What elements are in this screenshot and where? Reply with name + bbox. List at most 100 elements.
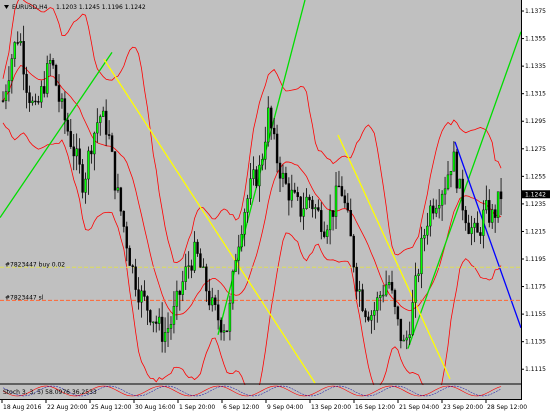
candle-bull xyxy=(96,122,99,134)
candle-bear xyxy=(25,73,28,93)
price-tick-label: 1.1295 xyxy=(525,118,546,125)
candle-bull xyxy=(381,294,385,297)
candle-bear xyxy=(72,146,75,157)
price-tick-label: 1.1175 xyxy=(525,284,546,291)
candle-bear xyxy=(343,195,347,204)
candle-bull xyxy=(405,337,408,341)
price-tick-label: 1.1355 xyxy=(525,36,546,43)
candle-bull xyxy=(449,171,453,176)
candle-bear xyxy=(367,316,370,321)
candle-bull xyxy=(202,266,205,269)
candle-bull xyxy=(443,188,447,195)
candle-bear xyxy=(331,210,335,217)
candle-bear xyxy=(107,134,111,136)
order-sl-label: #7823447 sl xyxy=(5,294,44,301)
candle-bear xyxy=(349,210,352,237)
candle-bull xyxy=(414,275,417,303)
candle-bear xyxy=(352,235,355,268)
candle-bear xyxy=(128,247,131,266)
candle-bear xyxy=(225,330,229,332)
candle-bull xyxy=(4,91,8,102)
candle-bull xyxy=(384,284,388,296)
candle-bear xyxy=(464,209,467,224)
candle-bear xyxy=(146,296,149,311)
candle-bear xyxy=(69,131,72,147)
price-plot-area[interactable] xyxy=(0,0,521,383)
candle-bear xyxy=(296,192,299,198)
chart-canvas[interactable]: #7823447 buy 0.02 #7823447 sl EURUSD,H4 … xyxy=(0,0,550,413)
candle-bear xyxy=(54,65,58,86)
candle-bull xyxy=(231,271,235,304)
candle-bull xyxy=(452,151,456,172)
candle-bear xyxy=(255,169,258,187)
time-tick-label: 9 Sep 04:00 xyxy=(267,404,303,411)
candle-bear xyxy=(28,92,31,104)
candle-bull xyxy=(408,334,411,339)
candle-bull xyxy=(491,209,494,223)
candle-bear xyxy=(1,100,5,102)
price-tick-label: 1.1315 xyxy=(525,91,546,98)
candle-bull xyxy=(152,321,155,324)
current-price-label: 1.1242 xyxy=(525,191,546,198)
candle-bear xyxy=(131,265,134,267)
candle-bear xyxy=(479,232,482,236)
candle-bull xyxy=(166,328,170,333)
candle-bull xyxy=(13,42,16,59)
candle-bull xyxy=(470,227,473,234)
chart-window[interactable]: #7823447 buy 0.02 #7823447 sl EURUSD,H4 … xyxy=(0,0,550,413)
candle-bear xyxy=(113,151,117,191)
candle-bull xyxy=(40,86,43,103)
candle-bear xyxy=(455,151,459,189)
time-tick-label: 22 Aug 20:00 xyxy=(47,404,88,411)
candle-bull xyxy=(417,273,420,276)
ohlc-values: 1.1203 1.1245 1.1196 1.1242 xyxy=(56,4,146,11)
candle-bear xyxy=(57,85,61,102)
candle-bear xyxy=(43,86,46,94)
candle-bull xyxy=(193,241,196,271)
price-tick-label: 1.1155 xyxy=(525,311,546,318)
candle-bull xyxy=(496,191,500,218)
candle-bear xyxy=(78,148,81,165)
candle-bull xyxy=(379,294,382,298)
candle-bear xyxy=(37,101,40,103)
time-tick-label: 30 Aug 16:00 xyxy=(135,404,176,411)
candle-bear xyxy=(134,266,137,290)
candle-bear xyxy=(119,187,123,212)
candle-bull xyxy=(169,324,173,329)
candle-bull xyxy=(458,178,461,189)
candle-bull xyxy=(157,316,161,324)
price-tick-label: 1.1235 xyxy=(525,201,546,208)
candle-bear xyxy=(51,60,55,66)
time-tick-label: 6 Sep 12:00 xyxy=(223,404,259,411)
candle-bear xyxy=(219,319,223,333)
candle-bull xyxy=(140,290,143,303)
candle-bear xyxy=(432,205,435,214)
candle-bull xyxy=(228,302,232,332)
chart-header: EURUSD,H4 1.1203 1.1245 1.1196 1.1242 xyxy=(4,4,146,11)
candle-bear xyxy=(355,266,358,292)
candle-bull xyxy=(258,164,261,187)
candle-bull xyxy=(243,212,246,235)
candle-bear xyxy=(275,133,279,164)
candle-bear xyxy=(125,226,128,249)
candle-bull xyxy=(328,210,332,231)
price-tick-label: 1.1275 xyxy=(525,146,546,153)
time-tick-label: 21 Sep 04:00 xyxy=(399,404,439,411)
candle-bear xyxy=(488,200,491,223)
candle-bull xyxy=(246,198,249,213)
time-tick-label: 1 Sep 20:00 xyxy=(179,404,215,411)
candle-bear xyxy=(122,211,126,227)
candle-bull xyxy=(267,107,270,143)
candle-bear xyxy=(340,186,344,196)
candle-bull xyxy=(440,193,444,206)
candle-bear xyxy=(178,290,182,295)
candle-bull xyxy=(420,237,423,275)
candle-bear xyxy=(63,98,67,121)
price-tick-label: 1.1195 xyxy=(525,256,546,263)
candle-bear xyxy=(476,222,479,233)
candle-bull xyxy=(426,225,429,236)
candle-bear xyxy=(308,196,311,201)
candle-bear xyxy=(149,310,152,323)
candle-bull xyxy=(325,229,329,237)
candle-bull xyxy=(46,63,49,94)
